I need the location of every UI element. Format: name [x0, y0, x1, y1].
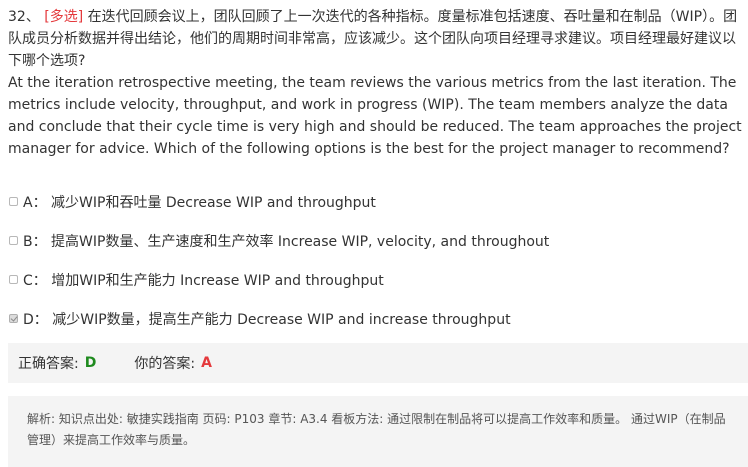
option-a-label: A： 减少WIP和吞吐量 Decrease WIP and throughput	[23, 194, 376, 211]
explanation-panel: 解析: 知识点出处: 敏捷实践指南 页码: P103 章节: A3.4 看板方法…	[8, 396, 748, 467]
your-answer-label: 你的答案:	[134, 356, 196, 372]
question-type-tag: [多选]	[44, 9, 84, 25]
option-b[interactable]: B： 提高WIP数量、生产速度和生产效率 Increase WIP, veloc…	[8, 221, 744, 260]
checkbox-icon[interactable]	[9, 275, 18, 284]
question-text-en: At the iteration retrospective meeting, …	[8, 75, 742, 157]
checkbox-checked-icon[interactable]	[9, 314, 18, 323]
option-d-label: D： 减少WIP数量，提高生产能力 Decrease WIP and incre…	[23, 311, 511, 328]
explanation-text: 解析: 知识点出处: 敏捷实践指南 页码: P103 章节: A3.4 看板方法…	[27, 412, 726, 447]
checkbox-icon[interactable]	[9, 236, 18, 245]
option-d[interactable]: D： 减少WIP数量，提高生产能力 Decrease WIP and incre…	[8, 299, 744, 338]
question-number: 32、	[8, 9, 40, 25]
option-b-label: B： 提高WIP数量、生产速度和生产效率 Increase WIP, veloc…	[23, 233, 550, 250]
options-list: A： 减少WIP和吞吐量 Decrease WIP and throughput…	[8, 182, 744, 338]
checkbox-icon[interactable]	[9, 197, 18, 206]
option-c-label: C： 增加WIP和生产能力 Increase WIP and throughpu…	[23, 272, 384, 289]
option-c[interactable]: C： 增加WIP和生产能力 Increase WIP and throughpu…	[8, 260, 744, 299]
correct-answer-label: 正确答案:	[18, 356, 79, 372]
option-a[interactable]: A： 减少WIP和吞吐量 Decrease WIP and throughput	[8, 182, 744, 221]
your-answer-value: A	[201, 355, 212, 371]
correct-answer-value: D	[84, 355, 97, 371]
answer-bar: 正确答案: D 你的答案: A	[8, 343, 748, 383]
question-text-cn: 在迭代回顾会议上，团队回顾了上一次迭代的各种指标。度量标准包括速度、吞吐量和在制…	[8, 9, 738, 69]
question-text: 32、 [多选] 在迭代回顾会议上，团队回顾了上一次迭代的各种指标。度量标准包括…	[8, 6, 744, 160]
